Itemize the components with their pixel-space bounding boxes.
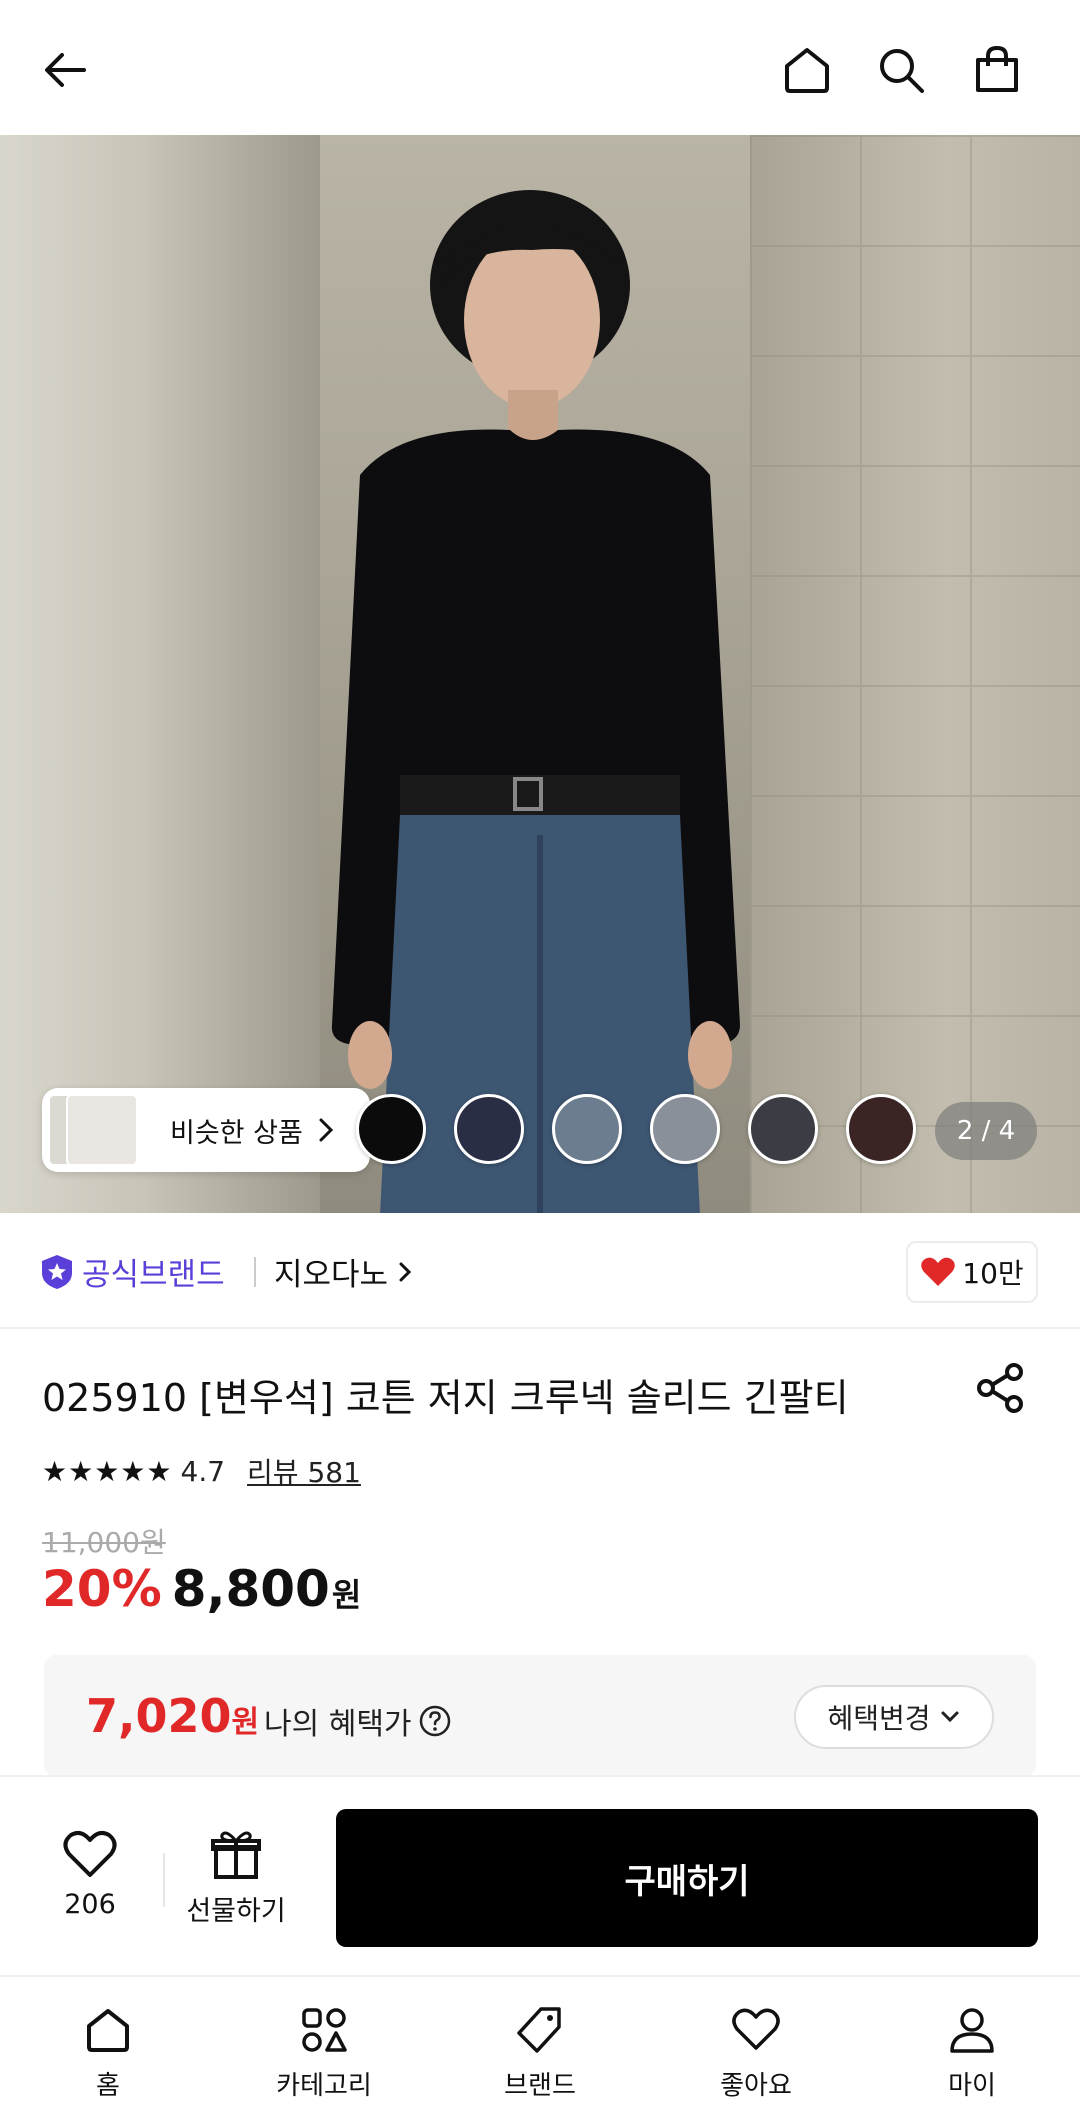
color-swatch-3[interactable] (552, 1094, 622, 1164)
thumbnail-image (66, 1094, 138, 1166)
search-icon (880, 49, 924, 93)
help-icon[interactable] (418, 1704, 452, 1738)
nav-item-category[interactable]: 카테고리 (216, 1977, 432, 2119)
brand-row: 공식브랜드 지오다노 10만 (0, 1213, 1080, 1329)
category-icon (302, 2008, 347, 2052)
price-line: 20% 8,800 원 (42, 1560, 361, 1618)
benefit-label-row: 나의 혜택가 (264, 1699, 452, 1743)
star-rating: ★★★★★ (42, 1454, 173, 1488)
color-swatch-4[interactable] (650, 1094, 720, 1164)
sale-price: 8,800 (171, 1560, 330, 1618)
chevron-down-icon (941, 1711, 959, 1723)
wishlist-count: 206 (64, 1889, 116, 1920)
buy-button[interactable]: 구매하기 (336, 1809, 1038, 1947)
gift-icon (211, 1831, 261, 1879)
color-swatch-1[interactable] (356, 1094, 426, 1164)
discount-rate: 20% (42, 1560, 162, 1618)
image-counter: 2 / 4 (935, 1102, 1037, 1160)
user-icon (950, 2008, 994, 2053)
rating-score: 4.7 (180, 1454, 226, 1488)
divider (254, 1257, 256, 1287)
similar-thumbnails (48, 1092, 148, 1168)
heart-filled-icon (921, 1257, 956, 1286)
home-icon (785, 48, 829, 93)
brand-name: 지오다노 (274, 1257, 389, 1293)
nav-item-likes[interactable]: 좋아요 (648, 1977, 864, 2119)
brand-like-count: 10만 (962, 1257, 1024, 1290)
brick-texture (750, 135, 1080, 1213)
gift-label: 선물하기 (186, 1896, 286, 1927)
top-bar (0, 0, 1080, 135)
purchase-bar: 206 선물하기 구매하기 (0, 1775, 1080, 1975)
color-swatch-5[interactable] (748, 1094, 818, 1164)
rating-row: ★★★★★ 4.7 리뷰 581 (42, 1451, 361, 1491)
share-button[interactable] (974, 1362, 1026, 1418)
official-brand-label: 공식브랜드 (82, 1257, 225, 1293)
model-figure (331, 190, 740, 1213)
change-benefit-label: 혜택변경 (827, 1702, 931, 1735)
divider (163, 1853, 165, 1907)
nav-item-home[interactable]: 홈 (0, 1977, 216, 2119)
original-price: 11,000원 (42, 1526, 166, 1559)
official-brand-badge: 공식브랜드 (40, 1249, 225, 1294)
bottom-nav: 홈 카테고리 브랜드 좋아요 마이 (0, 1975, 1080, 2119)
benefit-price: 7,020 원 (86, 1689, 259, 1743)
brand-name-link[interactable]: 지오다노 (274, 1249, 416, 1294)
heart-icon (63, 1830, 117, 1877)
cart-button[interactable] (962, 35, 1032, 105)
nav-label-home: 홈 (96, 2071, 120, 2101)
nav-item-brand[interactable]: 브랜드 (432, 1977, 648, 2119)
back-button[interactable] (30, 35, 100, 105)
share-icon (977, 1363, 1023, 1413)
benefit-price-value: 7,020 (86, 1689, 232, 1743)
tag-icon (517, 2007, 561, 2053)
benefit-price-unit: 원 (231, 1705, 260, 1740)
nav-label-brand: 브랜드 (504, 2071, 576, 2101)
nav-label-likes: 좋아요 (720, 2071, 792, 2101)
color-swatch-2[interactable] (454, 1094, 524, 1164)
currency-unit: 원 (331, 1576, 362, 1614)
chevron-right-icon (319, 1118, 333, 1142)
nav-label-category: 카테고리 (276, 2071, 372, 2101)
similar-products-label: 비슷한 상품 (170, 1117, 303, 1149)
benefit-price-box: 7,020 원 나의 혜택가 혜택변경 (44, 1655, 1036, 1777)
star-badge-icon (42, 1254, 72, 1289)
nav-label-my: 마이 (948, 2071, 996, 2101)
shopping-bag-icon (976, 45, 1018, 92)
similar-products-button[interactable]: 비슷한 상품 (42, 1088, 370, 1172)
change-benefit-button[interactable]: 혜택변경 (794, 1685, 994, 1749)
reviews-link[interactable]: 리뷰 581 (247, 1451, 361, 1491)
wishlist-button[interactable]: 206 (48, 1829, 132, 1920)
search-button[interactable] (866, 35, 936, 105)
product-image[interactable] (0, 135, 1080, 1213)
arrow-left-icon (45, 53, 86, 87)
benefit-label: 나의 혜택가 (264, 1707, 412, 1742)
heart-icon (732, 2008, 780, 2050)
color-swatch-6[interactable] (846, 1094, 916, 1164)
gift-button[interactable]: 선물하기 (180, 1829, 292, 1928)
home-icon (87, 2009, 129, 2052)
chevron-right-icon (399, 1262, 412, 1281)
brand-like-button[interactable]: 10만 (906, 1241, 1038, 1303)
product-title: 025910 [변우석] 코튼 저지 크루넥 솔리드 긴팔티 (42, 1376, 849, 1420)
nav-item-my[interactable]: 마이 (864, 1977, 1080, 2119)
home-button[interactable] (772, 35, 842, 105)
